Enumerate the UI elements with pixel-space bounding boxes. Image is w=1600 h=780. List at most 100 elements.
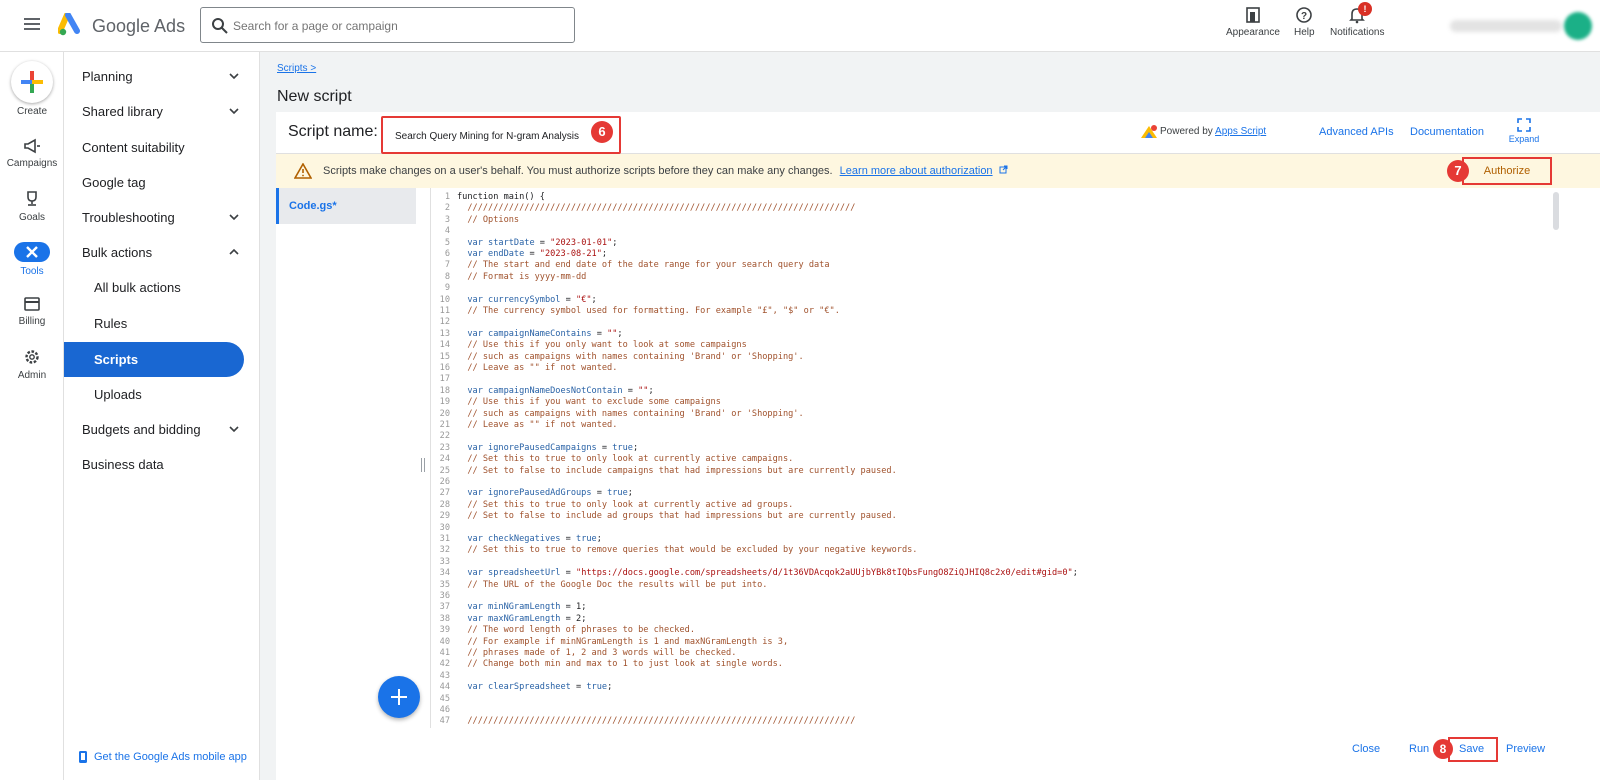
breadcrumb[interactable]: Scripts > bbox=[277, 63, 316, 74]
credit-card-icon bbox=[24, 297, 40, 311]
close-button[interactable]: Close bbox=[1352, 743, 1380, 755]
powered-by: Powered by Apps Script bbox=[1160, 126, 1266, 137]
rail-tools[interactable]: Tools bbox=[0, 242, 64, 277]
notification-badge: ! bbox=[1358, 2, 1372, 16]
code-text: var campaignNameDoesNotContain = ""; bbox=[457, 385, 654, 396]
line-number: 14 bbox=[439, 340, 450, 351]
nav-planning[interactable]: Planning bbox=[64, 59, 260, 94]
step-badge-6: 6 bbox=[591, 121, 613, 143]
apps-script-logo bbox=[1141, 125, 1157, 138]
nav-troubleshooting[interactable]: Troubleshooting bbox=[64, 200, 260, 235]
save-button[interactable]: Save bbox=[1459, 743, 1484, 755]
chevron-up-icon bbox=[229, 248, 239, 255]
rail-billing[interactable]: Billing bbox=[0, 296, 64, 327]
nav-budgets-bidding[interactable]: Budgets and bidding bbox=[64, 412, 260, 447]
panel-resize-handle[interactable] bbox=[421, 458, 425, 472]
notifications-button[interactable]: ! Notifications bbox=[1330, 2, 1385, 38]
notifications-label: Notifications bbox=[1330, 27, 1385, 38]
line-number: 9 bbox=[444, 283, 450, 294]
documentation-link[interactable]: Documentation bbox=[1410, 126, 1484, 138]
code-text: // Use this if you want to exclude some … bbox=[457, 397, 721, 408]
nav-scripts[interactable]: Scripts bbox=[64, 342, 244, 377]
nav-content-suitability[interactable]: Content suitability bbox=[64, 130, 260, 165]
line-number: 28 bbox=[439, 499, 450, 510]
nav-label: Shared library bbox=[82, 104, 163, 119]
line-number: 36 bbox=[439, 591, 450, 601]
expand-button[interactable]: Expand bbox=[1502, 118, 1546, 144]
rail-admin-label: Admin bbox=[17, 370, 47, 381]
nav-uploads[interactable]: Uploads bbox=[64, 377, 260, 412]
help-label: Help bbox=[1294, 27, 1315, 38]
account-switcher[interactable] bbox=[1450, 12, 1592, 40]
script-name-field[interactable] bbox=[381, 116, 621, 154]
file-tab-code-gs[interactable]: Code.gs* bbox=[276, 188, 416, 224]
search-box[interactable] bbox=[200, 7, 575, 43]
chevron-down-icon bbox=[229, 214, 239, 221]
warning-text: Scripts make changes on a user's behalf.… bbox=[323, 165, 833, 177]
line-number: 46 bbox=[439, 705, 450, 715]
line-number: 22 bbox=[439, 431, 450, 442]
add-fab-button[interactable] bbox=[378, 676, 420, 718]
apps-script-link[interactable]: Apps Script bbox=[1215, 126, 1266, 137]
nav-business-data[interactable]: Business data bbox=[64, 447, 260, 482]
nav-label: Troubleshooting bbox=[82, 210, 175, 225]
authorize-button[interactable]: Authorize bbox=[1464, 159, 1550, 183]
search-input[interactable] bbox=[233, 16, 563, 36]
line-number: 6 bbox=[444, 249, 450, 259]
appearance-button[interactable]: Appearance bbox=[1226, 6, 1280, 38]
code-text: ////////////////////////////////////////… bbox=[457, 716, 856, 727]
code-text: var clearSpreadsheet = true; bbox=[457, 682, 613, 693]
line-number: 25 bbox=[439, 465, 450, 476]
nav-shared-library[interactable]: Shared library bbox=[64, 94, 260, 129]
code-text: var checkNegatives = true; bbox=[457, 534, 602, 544]
preview-button[interactable]: Preview bbox=[1506, 743, 1545, 755]
rail-goals[interactable]: Goals bbox=[0, 190, 64, 223]
nav-label: Content suitability bbox=[82, 140, 185, 155]
wrench-icon bbox=[26, 246, 38, 258]
line-number: 5 bbox=[444, 237, 450, 248]
rail-admin[interactable]: Admin bbox=[0, 348, 64, 381]
rail-goals-label: Goals bbox=[18, 212, 46, 223]
advanced-apis-link[interactable]: Advanced APIs bbox=[1319, 126, 1394, 138]
create-button[interactable] bbox=[11, 61, 53, 103]
nav-label: Scripts bbox=[94, 352, 139, 367]
code-text: var minNGramLength = 1; bbox=[457, 602, 587, 613]
nav-label: All bulk actions bbox=[94, 280, 181, 295]
code-text: // Set this to true to only look at curr… bbox=[457, 454, 794, 465]
run-button[interactable]: Run bbox=[1409, 743, 1429, 755]
rail-billing-label: Billing bbox=[18, 316, 46, 327]
top-bar: Google Ads Appearance ? Help ! Notificat… bbox=[0, 0, 1600, 52]
code-text: var maxNGramLength = 2; bbox=[457, 613, 587, 624]
line-number: 34 bbox=[439, 568, 450, 579]
nav-label: Google tag bbox=[82, 175, 146, 190]
line-number: 31 bbox=[439, 534, 450, 544]
nav-all-bulk-actions[interactable]: All bulk actions bbox=[64, 270, 260, 305]
line-number: 30 bbox=[439, 522, 450, 533]
nav-label: Budgets and bidding bbox=[82, 422, 201, 437]
code-text: ////////////////////////////////////////… bbox=[457, 203, 856, 214]
learn-more-link[interactable]: Learn more about authorization bbox=[840, 165, 993, 177]
nav-rules[interactable]: Rules bbox=[64, 306, 260, 341]
rail-campaigns[interactable]: Campaigns bbox=[0, 138, 64, 169]
code-editor[interactable]: 1 function main() {2 ////////////////////… bbox=[430, 188, 1600, 728]
appearance-label: Appearance bbox=[1226, 27, 1280, 38]
code-text: // Format is yyyy-mm-dd bbox=[457, 271, 587, 282]
menu-icon[interactable] bbox=[24, 18, 40, 30]
create-label: Create bbox=[16, 106, 47, 117]
code-text: var ignorePausedCampaigns = true; bbox=[457, 442, 639, 453]
nav-bulk-actions[interactable]: Bulk actions bbox=[64, 235, 260, 270]
script-name-input[interactable] bbox=[395, 127, 595, 145]
mobile-app-link[interactable]: Get the Google Ads mobile app bbox=[78, 750, 258, 764]
line-number: 2 bbox=[444, 203, 450, 214]
line-number: 23 bbox=[439, 442, 450, 453]
editor-scrollbar[interactable] bbox=[1553, 192, 1559, 230]
code-text: // phrases made of 1, 2 and 3 words will… bbox=[457, 648, 737, 658]
page-title: New script bbox=[277, 88, 352, 105]
code-text: // Options bbox=[457, 214, 520, 225]
code-text: // such as campaigns with names containi… bbox=[457, 408, 804, 419]
nav-google-tag[interactable]: Google tag bbox=[64, 165, 260, 200]
help-button[interactable]: ? Help bbox=[1294, 6, 1315, 38]
line-number: 11 bbox=[439, 306, 450, 316]
line-number: 45 bbox=[439, 693, 450, 704]
app-title[interactable]: Google Ads bbox=[92, 16, 185, 37]
